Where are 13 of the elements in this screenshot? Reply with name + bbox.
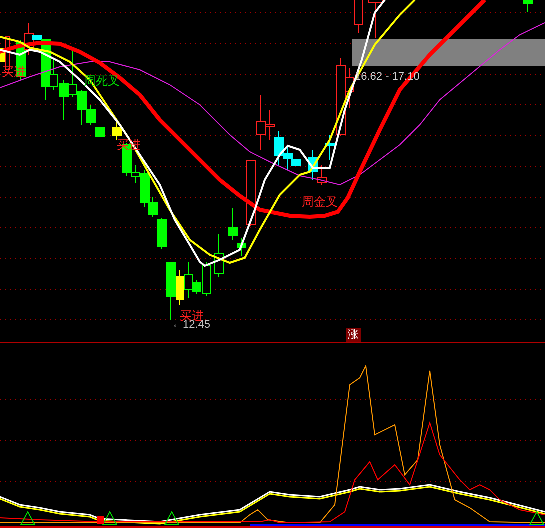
rise-badge: 涨 xyxy=(346,328,361,342)
candlestick xyxy=(523,0,533,12)
cross-signal-label: 周金叉 xyxy=(302,195,338,209)
candlestick xyxy=(68,50,78,98)
candlestick xyxy=(214,234,224,278)
triangle-marker-icon xyxy=(20,510,36,526)
square-marker-icon xyxy=(97,516,104,524)
candlestick xyxy=(112,118,122,140)
triangle-marker-icon xyxy=(164,510,180,526)
triangle-marker-icon xyxy=(102,510,118,526)
triangle-marker-icon xyxy=(529,510,545,526)
candlestick xyxy=(95,128,105,138)
candlestick xyxy=(59,80,69,120)
